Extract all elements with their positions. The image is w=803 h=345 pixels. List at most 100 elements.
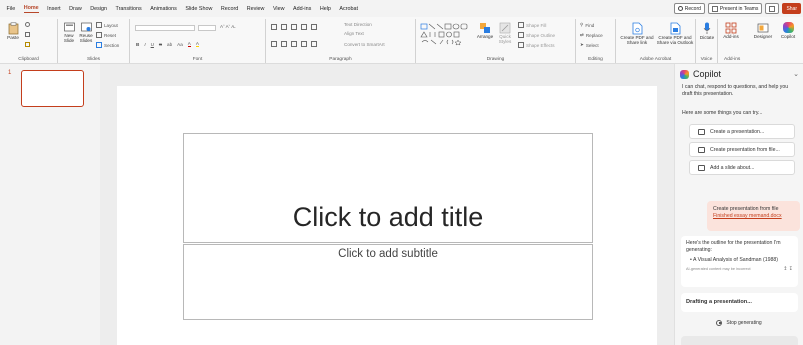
tab-design[interactable]: Design <box>90 6 107 12</box>
section-button[interactable]: Section <box>96 42 119 48</box>
reset-button[interactable]: Reset <box>96 32 116 38</box>
tab-record[interactable]: Record <box>221 6 238 12</box>
subtitle-placeholder-text: Click to add subtitle <box>338 248 438 260</box>
copilot-response: Here's the outline for the presentation … <box>681 236 798 287</box>
font-group: Aˆ Aˇ A̶ B I U S ab Aa A A Font <box>130 19 266 63</box>
thumbs-down-icon[interactable]: ↧ <box>789 266 793 272</box>
font-color-icon[interactable]: A <box>187 41 191 47</box>
replace-label: Replace <box>585 32 603 38</box>
title-placeholder[interactable]: Click to add title <box>183 133 593 243</box>
subtitle-placeholder[interactable]: Click to add subtitle <box>183 244 593 320</box>
suggestion-create-from-file[interactable]: Create presentation from file... <box>689 142 795 157</box>
drawing-group: Arrange Quick Styles Shape Fill Shape Ou… <box>416 19 576 63</box>
replace-button[interactable]: ⇄ Replace <box>580 32 603 38</box>
convert-smartart-button[interactable]: Convert to SmartArt <box>344 42 385 47</box>
slide-canvas[interactable]: Click to add title Click to add subtitle <box>117 86 657 345</box>
shape-effects-icon <box>518 42 524 48</box>
align-center-icon[interactable] <box>281 41 287 47</box>
copilot-intro-text: I can chat, respond to questions, and he… <box>682 84 789 97</box>
thumbs-up-icon[interactable]: ↥ <box>783 266 787 272</box>
list-buttons <box>271 24 317 30</box>
tab-add-ins[interactable]: Add-ins <box>293 6 311 12</box>
shapes-gallery-icon[interactable] <box>420 23 475 47</box>
shape-outline-button[interactable]: Shape Outline <box>518 32 555 38</box>
section-icon <box>96 42 102 48</box>
new-slide-button[interactable]: New Slide <box>60 22 78 43</box>
stop-generating-button[interactable]: Stop generating <box>675 320 803 326</box>
suggestion-create-presentation[interactable]: Create a presentation... <box>689 124 795 139</box>
strikethrough-button[interactable]: S <box>159 42 162 47</box>
change-case-button[interactable]: Aa <box>177 42 183 47</box>
tab-home[interactable]: Home <box>23 5 39 13</box>
format-painter-button[interactable] <box>25 42 30 47</box>
arrange-button[interactable]: Arrange <box>476 22 494 39</box>
tab-view[interactable]: View <box>273 6 285 12</box>
designer-button[interactable]: Designer <box>750 22 776 39</box>
font-size-controls[interactable]: Aˆ Aˇ A̶ <box>220 24 234 29</box>
tab-help[interactable]: Help <box>320 6 331 12</box>
suggestion-add-slide[interactable]: Add a slide about... <box>689 160 795 175</box>
copilot-ribbon-button[interactable]: Copilot <box>776 22 800 39</box>
font-size-select[interactable] <box>198 25 216 31</box>
decrease-indent-icon[interactable] <box>291 24 297 30</box>
slide-thumbnail[interactable] <box>21 70 84 107</box>
tab-transitions[interactable]: Transitions <box>116 6 142 12</box>
chevron-down-icon[interactable]: ⌄ <box>793 70 799 78</box>
columns-icon[interactable] <box>311 41 317 47</box>
create-pdf-outlook-button[interactable]: Create PDF and Share via Outlook <box>656 22 694 45</box>
share-button[interactable]: Shar <box>782 3 801 14</box>
tab-animations[interactable]: Animations <box>150 6 177 12</box>
align-right-icon[interactable] <box>291 41 297 47</box>
tab-file[interactable]: File <box>7 6 16 12</box>
record-button[interactable]: Record <box>673 3 705 14</box>
add-ins-button[interactable]: Add-ins <box>720 22 742 39</box>
tab-review[interactable]: Review <box>247 6 265 12</box>
layout-button[interactable]: Layout <box>96 22 118 28</box>
present-in-teams-button[interactable]: Present in Teams <box>707 3 763 14</box>
text-direction-button[interactable]: Text Direction <box>344 22 372 27</box>
bullets-icon[interactable] <box>271 24 277 30</box>
quick-styles-button[interactable]: Quick Styles <box>496 22 514 44</box>
create-pdf-share-link-button[interactable]: Create PDF and Share link <box>618 22 656 45</box>
numbering-icon[interactable] <box>281 24 287 30</box>
reset-label: Reset <box>104 32 117 38</box>
tab-slide-show[interactable]: Slide Show <box>185 6 212 12</box>
quick-styles-label: Quick Styles <box>498 34 512 44</box>
tab-acrobat[interactable]: Acrobat <box>339 6 358 12</box>
outline-item: • A Visual Analysis of Sandman (1988) <box>690 257 778 263</box>
font-family-select[interactable] <box>135 25 195 31</box>
increase-indent-icon[interactable] <box>301 24 307 30</box>
italic-button[interactable]: I <box>144 42 145 47</box>
shape-fill-label: Shape Fill <box>526 22 547 28</box>
select-button[interactable]: ➤ Select <box>580 42 599 48</box>
paragraph-group: Text Direction Align Text Convert to Sma… <box>266 19 416 63</box>
reuse-slides-button[interactable]: Reuse Slides <box>77 22 95 43</box>
bold-button[interactable]: B <box>136 42 139 47</box>
comments-button[interactable] <box>765 3 780 14</box>
select-label: Select <box>585 42 599 48</box>
shape-fill-button[interactable]: Shape Fill <box>518 22 546 28</box>
dictate-button[interactable]: Dictate <box>697 22 717 40</box>
find-button[interactable]: ⚲ Find <box>580 22 594 28</box>
cut-button[interactable] <box>25 22 30 27</box>
align-text-button[interactable]: Align Text <box>344 31 364 36</box>
paste-button[interactable]: Paste <box>3 22 23 40</box>
underline-button[interactable]: U <box>151 42 154 47</box>
reset-icon <box>96 32 102 38</box>
tab-insert[interactable]: Insert <box>47 6 60 12</box>
pdf-icon <box>632 22 642 35</box>
tab-draw[interactable]: Draw <box>69 6 82 12</box>
add-ins-label: Add-ins <box>724 57 741 62</box>
format-painter-icon <box>25 42 30 47</box>
paragraph-label: Paragraph <box>329 57 352 62</box>
shape-effects-button[interactable]: Shape Effects <box>518 42 555 48</box>
character-spacing-button[interactable]: ab <box>167 42 172 47</box>
highlight-icon[interactable]: A <box>195 41 199 47</box>
attached-file-link[interactable]: Finished essay memand.docx <box>713 213 800 220</box>
line-spacing-icon[interactable] <box>311 24 317 30</box>
copy-button[interactable] <box>25 32 30 37</box>
file-icon <box>698 146 705 153</box>
align-left-icon[interactable] <box>271 41 277 47</box>
copilot-input-area[interactable] <box>681 336 798 345</box>
justify-icon[interactable] <box>301 41 307 47</box>
